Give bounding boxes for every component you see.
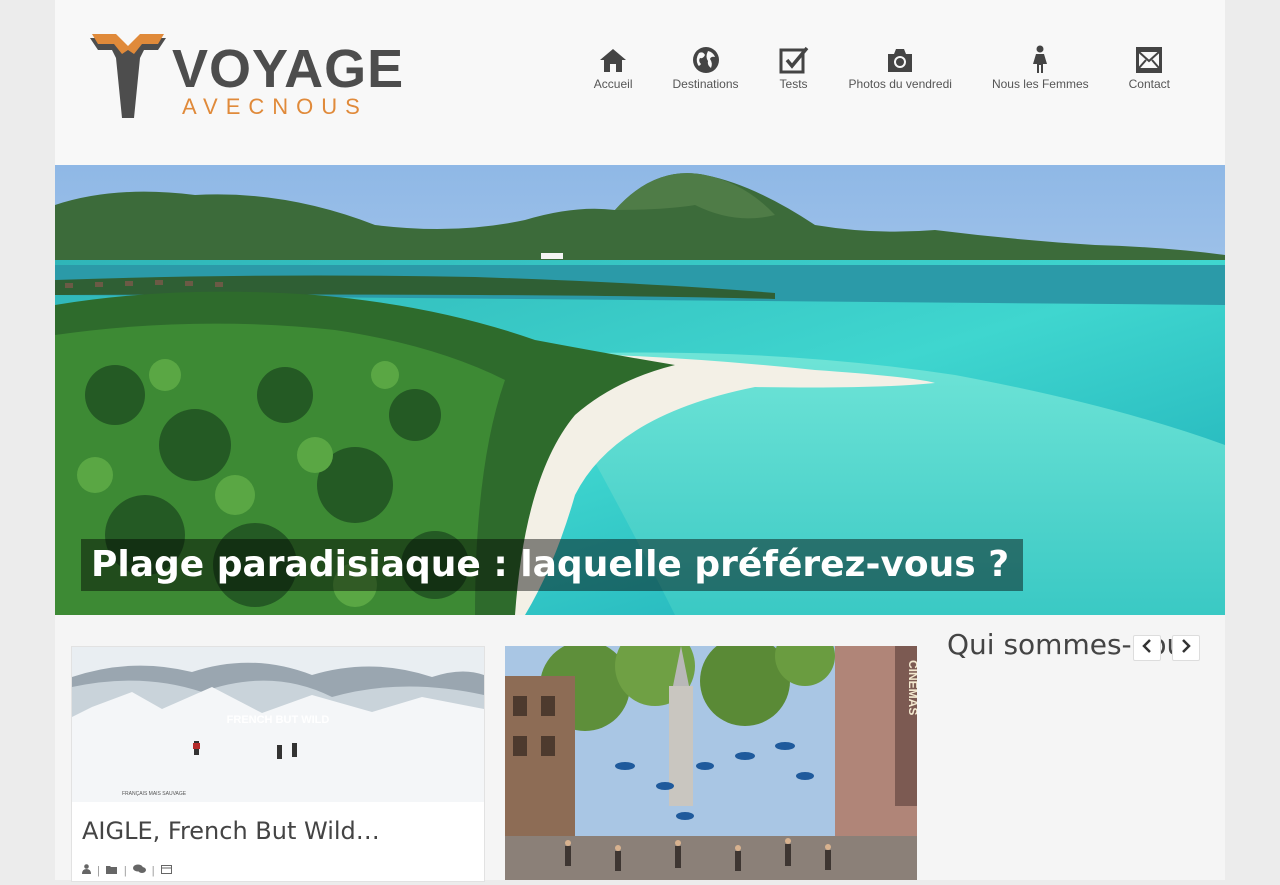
mail-icon [1134, 45, 1164, 75]
hero-caption[interactable]: Plage paradisiaque : laquelle préférez-v… [81, 539, 1024, 591]
meta-separator: | [123, 864, 127, 877]
folder-icon [105, 865, 118, 877]
home-icon [598, 45, 628, 75]
comments-icon [132, 864, 146, 877]
hero-slider[interactable]: Plage paradisiaque : laquelle préférez-v… [55, 165, 1225, 615]
logo-title: VOYAGE [172, 39, 405, 99]
svg-text:FRANÇAIS MAIS SAUVAGE: FRANÇAIS MAIS SAUVAGE [122, 791, 187, 797]
post-thumbnail[interactable]: CINEMAS [505, 626, 920, 880]
meta-separator: | [151, 864, 155, 877]
nav-label: Photos du vendredi [848, 77, 952, 91]
nav-label: Destinations [672, 77, 739, 91]
nav-item-contact[interactable]: Contact [1109, 45, 1190, 91]
sidebar-title: Qui sommes-nous [947, 628, 1199, 661]
globe-icon [691, 45, 721, 75]
chevron-right-icon [1181, 638, 1191, 658]
nav-item-tests[interactable]: Tests [759, 45, 829, 91]
chevron-left-icon [1142, 638, 1152, 658]
svg-text:FRENCH BUT WILD: FRENCH BUT WILD [227, 714, 330, 726]
post-meta: | | | [82, 864, 172, 877]
site-logo[interactable]: VOYAGE AVECNOUS [88, 30, 408, 122]
user-icon [82, 864, 91, 877]
logo-emblem-icon [90, 34, 166, 118]
svg-text:CINEMAS: CINEMAS [906, 660, 917, 715]
nav-label: Tests [779, 77, 808, 91]
nav-label: Accueil [593, 77, 633, 91]
calendar-icon [160, 864, 172, 877]
post-card[interactable]: CINEMAS [505, 626, 920, 880]
site-header: VOYAGE AVECNOUS Accueil Destinations Tes… [55, 0, 1225, 165]
page: VOYAGE AVECNOUS Accueil Destinations Tes… [55, 0, 1225, 882]
post-title[interactable]: AIGLE, French But Wild… [82, 817, 380, 845]
post-thumbnail[interactable]: FRENCH BUT WILD FRANÇAIS MAIS SAUVAGE [72, 647, 484, 802]
logo-subtitle: AVECNOUS [182, 94, 368, 119]
nav-item-femmes[interactable]: Nous les Femmes [972, 45, 1109, 91]
camera-icon [885, 45, 915, 75]
nav-item-photos[interactable]: Photos du vendredi [829, 45, 972, 91]
female-icon [1030, 45, 1050, 75]
nav-label: Nous les Femmes [991, 77, 1089, 91]
meta-separator: | [97, 864, 100, 877]
prev-slide-button[interactable] [1133, 635, 1161, 661]
nav-label: Contact [1128, 77, 1170, 91]
nav-item-destinations[interactable]: Destinations [652, 45, 758, 91]
next-slide-button[interactable] [1172, 635, 1200, 661]
post-card[interactable]: FRENCH BUT WILD FRANÇAIS MAIS SAUVAGE AI… [71, 646, 485, 882]
main-nav: Accueil Destinations Tests Photos du ven… [574, 45, 1190, 91]
checkbox-icon [779, 45, 809, 75]
nav-item-accueil[interactable]: Accueil [574, 45, 653, 91]
